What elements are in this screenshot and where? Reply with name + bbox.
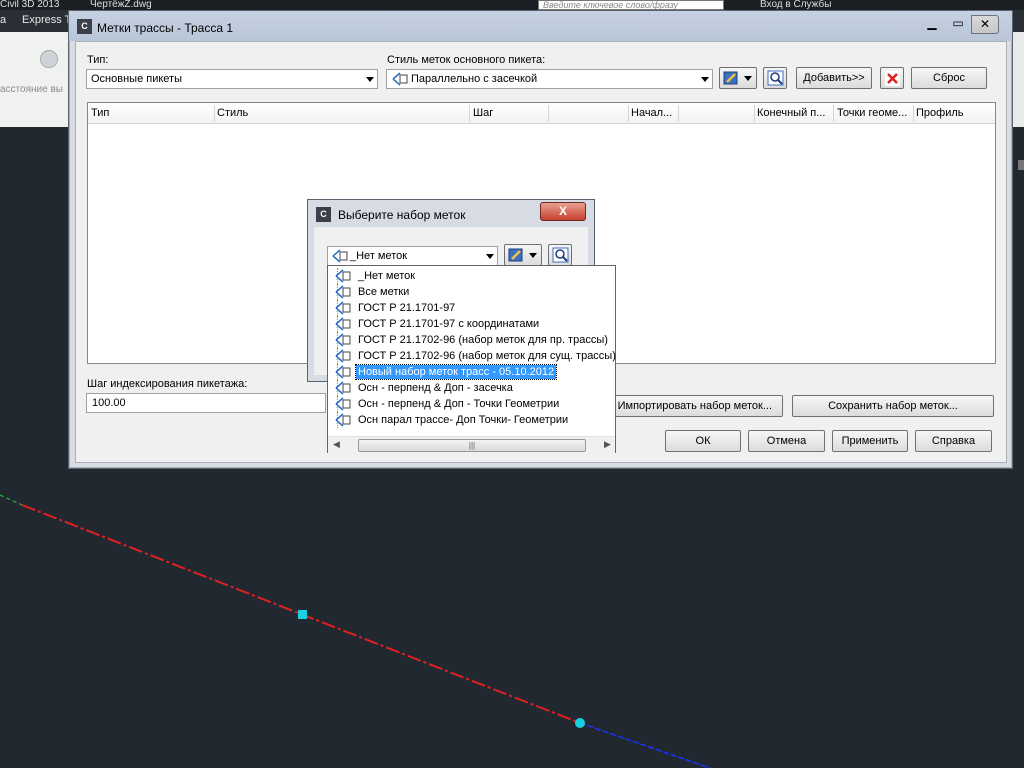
labelset-option-label: Все метки	[358, 286, 410, 298]
labelset-option[interactable]: ГОСТ Р 21.1702-96 (набор меток для сущ. …	[328, 348, 616, 364]
select-labelset-title: Выберите набор меток	[338, 208, 466, 222]
civil3d-app-icon: C	[316, 207, 331, 222]
step-input-value: 100.00	[92, 397, 126, 409]
labelset-option[interactable]: Новый набор меток трасс - 05.10.2012	[328, 364, 615, 380]
labelset-option-label: ГОСТ Р 21.1702-96 (набор меток для сущ. …	[358, 350, 616, 362]
delete-icon	[885, 71, 900, 86]
scroll-right-icon[interactable]: ▶	[604, 439, 611, 450]
alignment-green-segment	[0, 494, 23, 506]
delete-button[interactable]	[880, 67, 904, 89]
labelset-option-label: Осн парал трассе- Доп Точки- Геометрии	[358, 414, 569, 426]
labelset-icon	[335, 349, 351, 363]
labelset-icon	[335, 301, 351, 315]
labelset-icon	[335, 317, 351, 331]
column-divider[interactable]	[833, 105, 834, 122]
labelset-option-label: Осн - перпенд & Доп - Точки Геометрии	[358, 398, 560, 410]
labelset-icon	[335, 333, 351, 347]
save-labelset-button[interactable]: Сохранить набор меток...	[792, 395, 994, 417]
labelset-icon	[335, 285, 351, 299]
chevron-down-icon	[366, 77, 374, 82]
maximize-icon[interactable]: ▭	[945, 15, 971, 32]
column-header-type[interactable]: Тип	[91, 107, 109, 119]
labelset-icon	[335, 413, 351, 427]
labelset-option[interactable]: ГОСТ Р 21.1701-97 с координатами	[328, 316, 615, 332]
apply-button[interactable]: Применить	[832, 430, 908, 452]
labelset-dropdown-list[interactable]: ◀ ||| ▶ _Нет меток Все метки ГОСТ Р 21.170…	[327, 265, 616, 453]
column-header-end[interactable]: Конечный п...	[757, 107, 835, 119]
column-divider[interactable]	[913, 105, 914, 122]
labelset-icon	[335, 365, 351, 379]
cancel-button[interactable]: Отмена	[748, 430, 825, 452]
civil3d-app-icon: C	[77, 19, 92, 34]
close-icon[interactable]: X	[540, 202, 586, 221]
preview-labelset-button[interactable]	[548, 244, 572, 266]
column-header-step[interactable]: Шаг	[473, 107, 493, 119]
column-divider[interactable]	[469, 105, 470, 122]
labelset-option[interactable]: ГОСТ Р 21.1702-96 (набор меток для пр. т…	[328, 332, 615, 348]
grip-square-icon	[298, 610, 307, 619]
chevron-down-icon	[701, 77, 709, 82]
scrollbar-thumb[interactable]: |||	[358, 439, 586, 452]
style-select-value: Параллельно с засечкой	[411, 73, 538, 85]
column-divider[interactable]	[214, 105, 215, 122]
type-select-value: Основные пикеты	[91, 73, 182, 85]
label-style-icon	[392, 72, 408, 86]
dialog-titlebar[interactable]: C Метки трассы - Трасса 1 ▁ ▭ ✕	[69, 11, 1012, 41]
type-label: Тип:	[87, 54, 109, 66]
style-select[interactable]: Параллельно с засечкой	[386, 69, 713, 89]
close-button[interactable]: ✕	[971, 15, 999, 34]
chevron-down-icon	[486, 254, 494, 259]
labelset-option-label: ГОСТ Р 21.1702-96 (набор меток для пр. т…	[358, 334, 608, 346]
reset-button[interactable]: Сброс	[911, 67, 987, 89]
dialog-title: Метки трассы - Трасса 1	[97, 21, 234, 35]
ok-button[interactable]: ОК	[665, 430, 741, 452]
labelset-select[interactable]: _Нет меток	[327, 246, 498, 266]
help-button[interactable]: Справка	[915, 430, 992, 452]
alignment-blue-segment	[579, 722, 711, 768]
labelset-select-value: _Нет меток	[350, 250, 408, 262]
column-header-start[interactable]: Начал...	[631, 107, 681, 119]
column-header-style[interactable]: Стиль	[217, 107, 248, 119]
column-header-profile[interactable]: Профиль	[916, 107, 964, 119]
labelset-icon	[332, 249, 348, 263]
minimize-icon[interactable]: ▁	[919, 15, 945, 32]
horizontal-scrollbar[interactable]: ◀ ||| ▶	[328, 436, 615, 453]
column-divider[interactable]	[548, 105, 549, 122]
grip-circle-icon	[575, 718, 585, 728]
preview-style-button[interactable]	[763, 67, 787, 89]
labelset-icon	[335, 381, 351, 395]
labelset-option[interactable]: Осн парал трассе- Доп Точки- Геометрии	[328, 412, 615, 428]
magnifier-icon	[552, 247, 569, 263]
step-label: Шаг индексирования пикетажа:	[87, 378, 248, 390]
column-divider[interactable]	[628, 105, 629, 122]
labelset-option-label: Осн - перпенд & Доп - засечка	[358, 382, 513, 394]
labelset-option[interactable]: Все метки	[328, 284, 615, 300]
labelset-option-label: _Нет меток	[358, 270, 416, 282]
labelset-option[interactable]: _Нет меток	[328, 268, 615, 284]
labelset-option[interactable]: ГОСТ Р 21.1701-97	[328, 300, 615, 316]
edit-style-icon	[508, 248, 537, 262]
edit-style-icon	[723, 71, 752, 85]
edit-labelset-button[interactable]	[504, 244, 542, 266]
step-input[interactable]: 100.00	[86, 393, 326, 413]
labelset-icon	[335, 397, 351, 411]
table-header: Тип Стиль Шаг Начал... Конечный п... Точ…	[88, 103, 995, 124]
labelset-option-label: Новый набор меток трасс - 05.10.2012	[354, 364, 558, 380]
labelset-icon	[335, 269, 351, 283]
labelset-option[interactable]: Осн - перпенд & Доп - засечка	[328, 380, 615, 396]
labelset-option[interactable]: Осн - перпенд & Доп - Точки Геометрии	[328, 396, 615, 412]
scroll-left-icon[interactable]: ◀	[333, 439, 340, 450]
column-divider[interactable]	[678, 105, 679, 122]
column-header-geometry-points[interactable]: Точки геоме...	[837, 107, 915, 119]
style-label: Стиль меток основного пикета:	[387, 54, 546, 66]
labelset-option-label: ГОСТ Р 21.1701-97	[358, 302, 456, 314]
add-button[interactable]: Добавить>>	[796, 67, 872, 89]
type-select[interactable]: Основные пикеты	[86, 69, 378, 89]
column-divider[interactable]	[754, 105, 755, 122]
labelset-option-label: ГОСТ Р 21.1701-97 с координатами	[358, 318, 540, 330]
edit-style-button[interactable]	[719, 67, 757, 89]
magnifier-icon	[767, 70, 784, 86]
